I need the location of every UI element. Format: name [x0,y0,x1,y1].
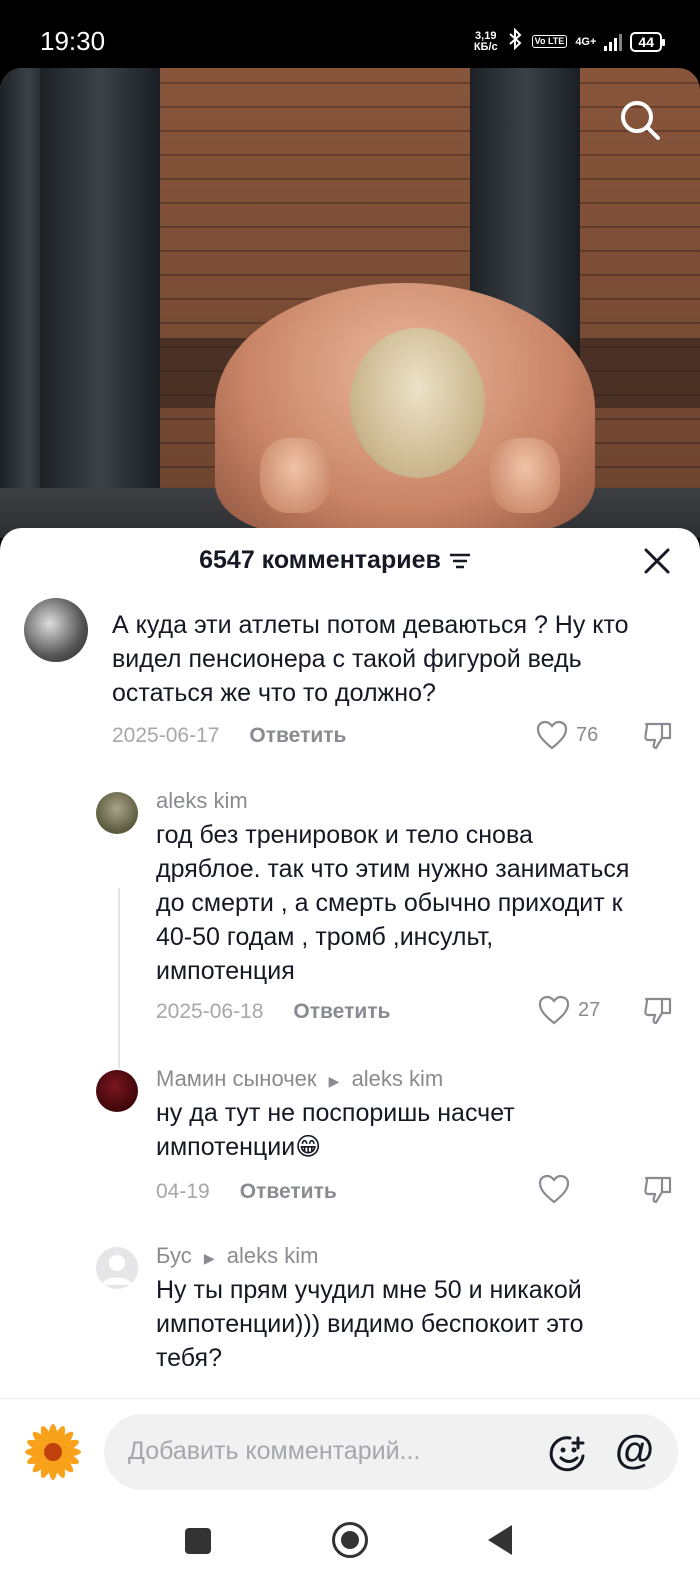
close-icon[interactable] [640,544,674,578]
like-count: 27 [578,998,601,1021]
dislike-icon[interactable] [642,1174,674,1206]
video-subject [490,438,560,513]
reply-button[interactable]: Ответить [249,724,346,748]
network-speed-unit: КБ/с [473,40,498,53]
comment-username[interactable]: aleks kim [156,788,248,814]
comments-title-wrap[interactable]: 6547 комментариев [0,546,670,575]
status-bar: 19:30 3,19 КБ/с Vo LTE 4G+ 44 [0,0,700,68]
comment-text: Ну ты прям учудил мне 50 и никакой импот… [156,1276,584,1372]
comment-input-placeholder: Добавить комментарий... [128,1437,421,1465]
comment-text: год без тренировок и тело снова дряблое.… [156,821,630,985]
bluetooth-icon [506,27,524,55]
reply-arrow-icon: ▶ [203,1250,215,1266]
back-button[interactable] [488,1525,512,1555]
comment-username-text[interactable]: Бус [156,1243,192,1268]
battery-icon: 44 [630,31,665,52]
like-button[interactable]: 27 [538,995,600,1025]
avatar[interactable] [96,1247,138,1289]
comment-item: Мамин сыночек ▶ aleks kim ну да тут не п… [0,1060,700,1235]
comment-meta: 2025-06-18 Ответить [156,1000,390,1024]
mention-at-button[interactable]: @ [615,1428,654,1473]
comments-list[interactable]: А куда эти атлеты потом деваються ? Ну к… [0,590,700,1380]
default-avatar-icon [102,1255,132,1285]
video-subject [260,438,330,513]
network-speed: 3,19 КБ/с [473,29,498,53]
comment-date: 04-19 [156,1180,210,1203]
heart-icon [536,720,568,750]
volte-icon: Vo LTE [531,35,568,48]
sort-filter-icon[interactable] [449,552,471,570]
like-button[interactable]: 76 [536,720,598,750]
comment-username: Мамин сыночек ▶ aleks kim [156,1066,443,1092]
avatar[interactable] [24,598,88,662]
emoji-icon[interactable] [548,1432,590,1474]
heart-icon [538,1174,570,1204]
like-count: 76 [576,723,599,746]
comment-item: А куда эти атлеты потом деваються ? Ну к… [0,590,700,780]
comment-date: 2025-06-17 [112,724,220,747]
comment-meta: 04-19 Ответить [156,1180,337,1204]
comment-meta: 2025-06-17 Ответить [112,724,346,748]
avatar[interactable] [96,792,138,834]
comments-sheet: 6547 комментариев А куда эти атлеты пото… [0,528,700,1594]
comment-date: 2025-06-18 [156,1000,264,1023]
network-type: 4G+ [575,35,597,48]
comment-text: А куда эти атлеты потом деваються ? Ну к… [112,611,629,707]
home-button[interactable] [332,1522,368,1558]
recents-button[interactable] [185,1528,211,1554]
like-button[interactable] [538,1174,570,1204]
system-nav-bar [0,1498,700,1594]
my-avatar[interactable] [20,1419,86,1485]
dislike-icon[interactable] [642,720,674,752]
reply-arrow-icon: ▶ [328,1073,340,1089]
comment-input-bar: Добавить комментарий... @ [0,1398,700,1498]
dislike-icon[interactable] [642,995,674,1027]
comment-item: Бус ▶ aleks kim Ну ты прям учудил мне 50… [0,1237,700,1380]
video-background [40,68,160,498]
status-time: 19:30 [40,26,106,56]
heart-icon [538,995,570,1025]
video-player[interactable] [0,68,700,538]
reply-to-username[interactable]: aleks kim [352,1066,444,1091]
comment-username: Бус ▶ aleks kim [156,1243,318,1269]
comment-text: ну да тут не поспоришь насчет импотенции… [156,1099,515,1161]
comment-item: aleks kim год без тренировок и тело снов… [0,780,700,1060]
comment-input[interactable]: Добавить комментарий... @ [104,1414,678,1490]
signal-icon [604,33,623,51]
reply-button[interactable]: Ответить [240,1180,337,1204]
reply-button[interactable]: Ответить [293,1000,390,1024]
search-icon[interactable] [618,98,662,142]
status-icons: 3,19 КБ/с Vo LTE 4G+ 44 [473,27,665,55]
thread-line [118,888,120,1068]
comments-count-title: 6547 комментариев [199,546,441,574]
comment-username-text[interactable]: Мамин сыночек [156,1066,317,1091]
comments-header: 6547 комментариев [0,528,700,598]
network-speed-value: 3,19 [475,29,497,42]
avatar[interactable] [96,1070,138,1112]
video-subject [350,328,485,478]
reply-to-username[interactable]: aleks kim [227,1243,319,1268]
